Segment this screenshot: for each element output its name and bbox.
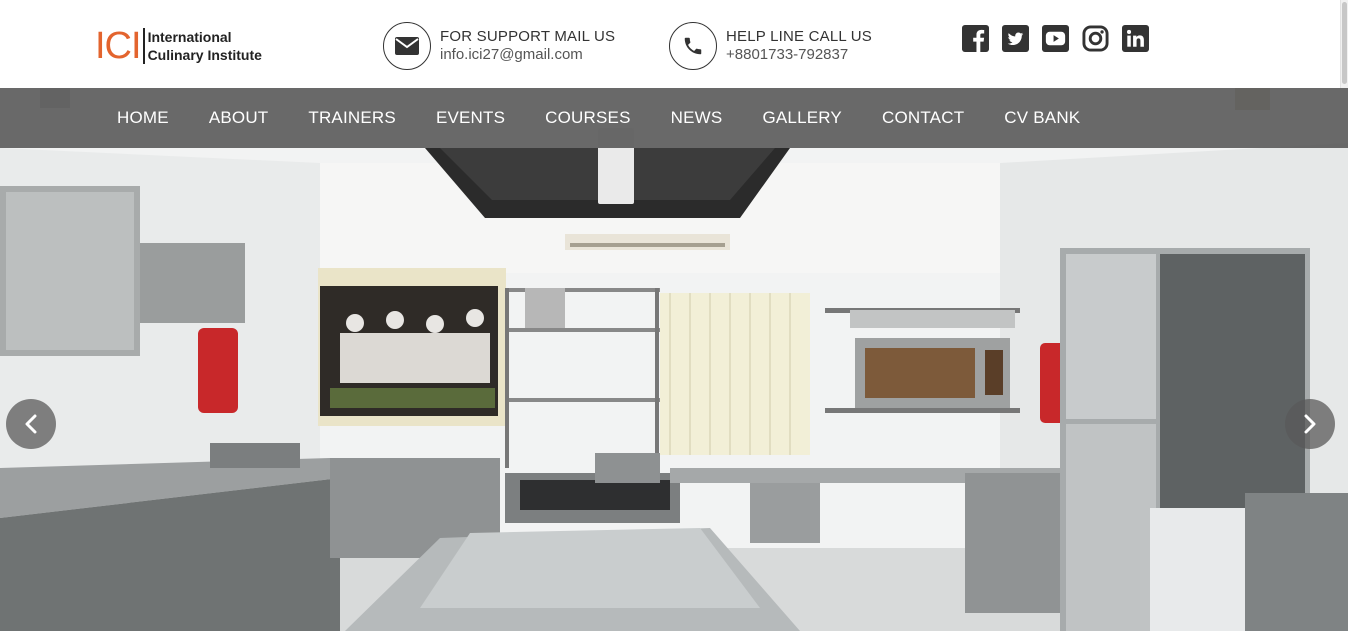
nav-item-about[interactable]: ABOUT [189,88,289,148]
slider-prev-button[interactable] [6,399,56,449]
site-logo[interactable]: ICI International Culinary Institute [95,26,262,66]
logo-mark: ICI [95,25,142,67]
page-scrollbar[interactable] [1340,0,1348,88]
facebook-icon[interactable] [961,24,989,52]
kitchen-photo [0,88,1348,631]
logo-line-1: International [147,29,232,45]
nav-item-gallery[interactable]: GALLERY [742,88,862,148]
hero-slider [0,88,1348,631]
helpline-title: HELP LINE CALL US [726,28,872,45]
twitter-icon[interactable] [1001,24,1029,52]
youtube-icon[interactable] [1041,24,1069,52]
support-email-link[interactable]: info.ici27@gmail.com [440,46,615,64]
nav-item-events[interactable]: EVENTS [416,88,525,148]
instagram-icon[interactable] [1081,24,1109,52]
nav-item-news[interactable]: NEWS [651,88,743,148]
support-mail-block: FOR SUPPORT MAIL US info.ici27@gmail.com [383,22,615,70]
chevron-left-icon [25,414,37,434]
nav-item-trainers[interactable]: TRAINERS [288,88,416,148]
helpline-block: HELP LINE CALL US +8801733-792837 [669,22,872,70]
main-navigation: HOME ABOUT TRAINERS EVENTS COURSES NEWS … [0,88,1348,148]
nav-item-contact[interactable]: CONTACT [862,88,984,148]
helpline-number-link[interactable]: +8801733-792837 [726,46,872,64]
nav-item-cv-bank[interactable]: CV BANK [984,88,1100,148]
logo-text: International Culinary Institute [148,28,262,64]
logo-line-2: Culinary Institute [147,47,262,63]
social-links [961,24,1161,52]
linkedin-icon[interactable] [1121,24,1149,52]
phone-icon [669,22,717,70]
support-title: FOR SUPPORT MAIL US [440,28,616,45]
scrollbar-thumb[interactable] [1342,2,1347,84]
envelope-icon [383,22,431,70]
chevron-right-icon [1304,414,1316,434]
logo-divider [142,28,145,64]
site-header: ICI International Culinary Institute FOR… [0,0,1348,88]
nav-item-home[interactable]: HOME [97,88,189,148]
nav-item-courses[interactable]: COURSES [525,88,650,148]
slider-next-button[interactable] [1285,399,1335,449]
